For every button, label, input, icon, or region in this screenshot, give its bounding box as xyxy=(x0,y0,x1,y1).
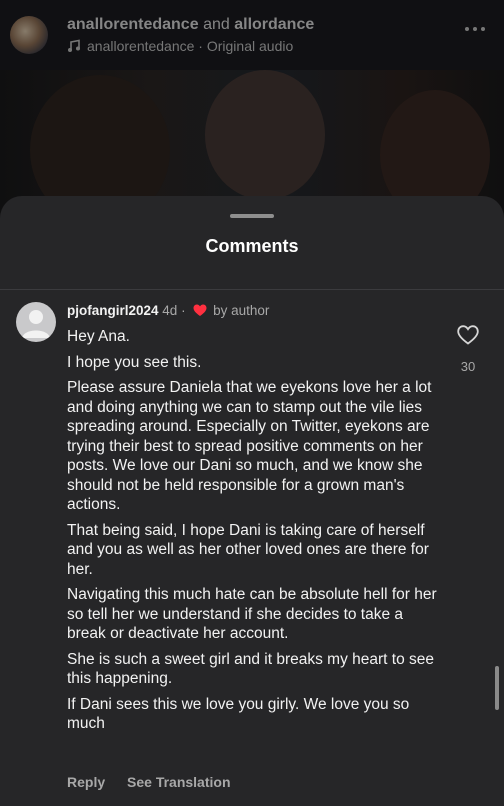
comment-paragraph: I hope you see this. xyxy=(67,353,202,371)
comments-sheet: Comments pjofangirl2024 4d · by author H… xyxy=(0,196,504,806)
video-figure-center xyxy=(205,70,325,200)
comment-paragraph: Navigating this much hate can be absolut… xyxy=(67,586,437,642)
comment-paragraph: Please assure Daniela that we eyekons lo… xyxy=(67,379,432,513)
default-avatar-icon[interactable] xyxy=(16,302,56,342)
more-icon[interactable] xyxy=(464,24,486,34)
reply-button[interactable]: Reply xyxy=(67,774,105,790)
sheet-drag-handle[interactable] xyxy=(230,214,274,218)
comment-username[interactable]: pjofangirl2024 xyxy=(67,303,159,318)
like-heart-icon[interactable] xyxy=(457,325,479,345)
reel-header: anallorentedance and allordance anallore… xyxy=(0,0,504,70)
comment-paragraph: She is such a sweet girl and it breaks m… xyxy=(67,650,435,688)
comment-text: Hey Ana. I hope you see this. Please ass… xyxy=(67,327,437,740)
author-primary[interactable]: anallorentedance xyxy=(67,16,199,33)
comment-actions: Reply See Translation xyxy=(67,774,249,790)
scrollbar[interactable] xyxy=(495,666,499,710)
music-icon xyxy=(68,39,80,52)
reel-audio[interactable]: anallorentedance · Original audio xyxy=(67,38,293,54)
comment-paragraph: That being said, I hope Dani is taking c… xyxy=(67,521,429,578)
comment-paragraph: If Dani sees this we love you girly. We … xyxy=(67,695,410,733)
author-secondary[interactable]: allordance xyxy=(234,16,314,33)
comment-age: 4d xyxy=(162,303,178,318)
sheet-divider xyxy=(0,289,504,290)
see-translation-button[interactable]: See Translation xyxy=(127,774,230,790)
reel-title[interactable]: anallorentedance and allordance xyxy=(67,16,314,34)
sheet-title: Comments xyxy=(205,236,299,256)
like-count: 30 xyxy=(460,359,476,374)
audio-label: anallorentedance · Original audio xyxy=(87,38,294,54)
author-joiner: and xyxy=(203,16,230,33)
heart-icon xyxy=(193,304,207,316)
reel-author-avatar[interactable] xyxy=(10,16,48,54)
comment-meta: pjofangirl2024 4d · by author xyxy=(67,303,270,318)
liked-by-author: by author xyxy=(213,303,270,318)
comment-paragraph: Hey Ana. xyxy=(67,328,130,345)
